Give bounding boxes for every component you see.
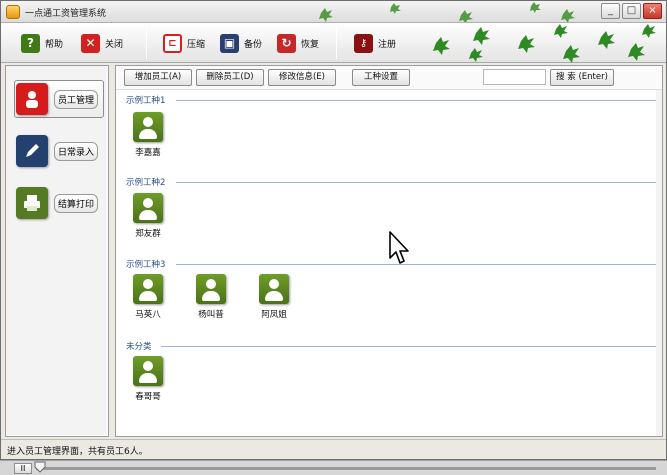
employee-name: 杨叫普 <box>198 310 224 320</box>
compress-button[interactable]: ⊏ 压缩 <box>163 32 205 54</box>
content-toolbar: 增加员工(A) 删除员工(D) 修改信息(E) 工种设置 搜 索 (Enter) <box>116 66 662 90</box>
employee-avatar-icon <box>133 112 163 142</box>
leaves-decoration <box>319 2 575 22</box>
close-button[interactable]: ✕ 关闭 <box>81 32 123 54</box>
person-icon <box>16 83 48 115</box>
employee-name: 马英八 <box>135 310 161 320</box>
nav-daily-entry[interactable]: 日常录入 <box>16 134 106 168</box>
employee-avatar-icon <box>133 193 163 223</box>
add-employee-button[interactable]: 增加员工(A) <box>124 69 192 86</box>
restore-button[interactable]: ↻ 恢复 <box>277 32 319 54</box>
group-divider <box>161 346 656 347</box>
nav-label: 日常录入 <box>54 141 99 161</box>
seek-track[interactable] <box>36 467 656 470</box>
main-toolbar: ? 帮助 ✕ 关闭 ⊏ 压缩 ▣ 备份 ↻ 恢复 ⚷ 注册 <box>1 23 666 63</box>
close-icon: ✕ <box>81 33 100 53</box>
toolbar-divider <box>336 27 337 59</box>
employee-name: 郑友群 <box>135 229 161 239</box>
group-title: 未分类 <box>126 342 152 352</box>
help-button[interactable]: ? 帮助 <box>21 32 63 54</box>
printer-icon <box>16 187 48 219</box>
employee-avatar-icon <box>133 274 163 304</box>
app-window: 一点通工资管理系统 _ □ × ? 帮助 ✕ 关闭 ⊏ 压缩 ▣ 备份 ↻ 恢复… <box>0 0 667 460</box>
playback-bar: II <box>0 460 667 475</box>
toolbar-divider <box>146 27 147 59</box>
restore-icon: ↻ <box>277 33 296 53</box>
status-text: 进入员工管理界面，共有员工6人。 <box>7 447 148 457</box>
group-title: 示例工种3 <box>126 260 166 270</box>
employee-card[interactable]: 郑友群 <box>128 193 168 239</box>
title-bar[interactable]: 一点通工资管理系统 _ □ × <box>1 1 666 23</box>
group-divider <box>176 100 656 101</box>
vertical-scrollbar[interactable] <box>656 90 662 436</box>
employee-card[interactable]: 李嘉嘉 <box>128 112 168 158</box>
window-title: 一点通工资管理系统 <box>25 9 107 19</box>
backup-icon: ▣ <box>220 33 239 53</box>
close-label: 关闭 <box>105 39 124 50</box>
employee-card[interactable]: 阿凤姐 <box>254 274 294 320</box>
worktype-settings-button[interactable]: 工种设置 <box>352 69 410 86</box>
nav-label: 结算打印 <box>54 193 99 213</box>
leaves-decoration <box>433 24 656 63</box>
search-input[interactable] <box>483 69 546 85</box>
search-button[interactable]: 搜 索 (Enter) <box>550 69 614 86</box>
nav-settlement-print[interactable]: 结算打印 <box>16 186 106 220</box>
help-icon: ? <box>21 33 40 53</box>
group-title: 示例工种2 <box>126 178 166 188</box>
nav-label: 员工管理 <box>54 89 99 109</box>
employee-card[interactable]: 马英八 <box>128 274 168 320</box>
app-icon <box>6 5 20 19</box>
register-label: 注册 <box>378 39 397 50</box>
group-divider <box>176 264 656 265</box>
compress-label: 压缩 <box>187 39 206 50</box>
compress-icon: ⊏ <box>163 33 182 53</box>
help-label: 帮助 <box>45 39 64 50</box>
employee-avatar-icon <box>259 274 289 304</box>
close-window-button[interactable]: × <box>643 3 662 19</box>
backup-label: 备份 <box>244 39 263 50</box>
pen-icon <box>16 135 48 167</box>
employee-avatar-icon <box>196 274 226 304</box>
seek-thumb-icon[interactable] <box>34 461 46 473</box>
restore-label: 恢复 <box>301 39 320 50</box>
register-button[interactable]: ⚷ 注册 <box>354 32 396 54</box>
pause-button[interactable]: II <box>14 463 32 474</box>
employee-card[interactable]: 杨叫普 <box>191 274 231 320</box>
group-divider <box>176 182 656 183</box>
edit-employee-button[interactable]: 修改信息(E) <box>268 69 336 86</box>
group-title: 示例工种1 <box>126 96 166 106</box>
employee-avatar-icon <box>133 356 163 386</box>
backup-button[interactable]: ▣ 备份 <box>220 32 262 54</box>
status-bar: 进入员工管理界面，共有员工6人。 <box>1 439 666 459</box>
minimize-button[interactable]: _ <box>601 3 620 19</box>
employee-card[interactable]: 春哥哥 <box>128 356 168 402</box>
delete-employee-button[interactable]: 删除员工(D) <box>196 69 264 86</box>
key-icon: ⚷ <box>354 33 373 53</box>
nav-employee-management[interactable]: 员工管理 <box>14 80 106 118</box>
employee-name: 李嘉嘉 <box>135 148 161 158</box>
employee-name: 阿凤姐 <box>261 310 287 320</box>
maximize-button[interactable]: □ <box>622 3 641 19</box>
left-nav: 员工管理 日常录入 结算打印 <box>5 65 109 437</box>
mouse-cursor-icon <box>389 231 409 264</box>
employee-name: 春哥哥 <box>135 392 161 402</box>
